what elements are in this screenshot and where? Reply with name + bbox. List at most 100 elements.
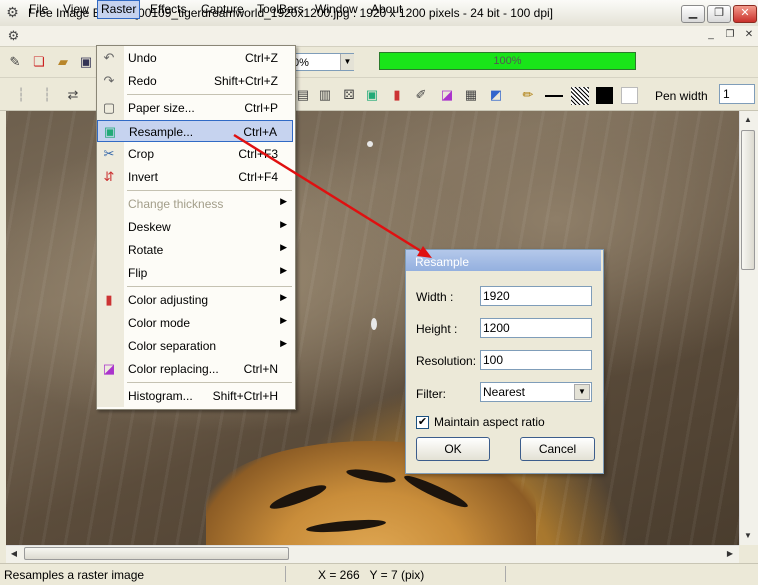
crop-icon: ✂ — [103, 146, 115, 161]
scroll-up-icon[interactable]: ▲ — [740, 112, 756, 128]
horizontal-scroll-thumb[interactable] — [24, 547, 289, 560]
hatch-pattern-icon[interactable] — [571, 87, 589, 105]
scroll-left-icon[interactable]: ◀ — [6, 546, 22, 562]
menu-item-color-mode[interactable]: Color mode ▶ — [97, 312, 293, 334]
menu-raster[interactable]: Raster — [97, 0, 141, 19]
document-icon[interactable]: ⚙ — [6, 28, 21, 43]
maintain-aspect-label: Maintain aspect ratio — [434, 415, 545, 429]
menu-item-shortcut: Ctrl+P — [244, 101, 278, 115]
menu-item-invert[interactable]: ⇵ Invert Ctrl+F4 — [97, 166, 293, 188]
menu-item-label: Color mode — [128, 316, 191, 330]
layers-icon[interactable]: ▤ — [294, 86, 312, 104]
menu-about[interactable]: About — [368, 1, 405, 18]
menu-item-label: Paper size... — [128, 101, 195, 115]
mdi-close-button[interactable]: ✕ — [741, 28, 757, 42]
foreground-color-swatch[interactable] — [596, 87, 613, 104]
scroll-down-icon[interactable]: ▼ — [740, 528, 756, 544]
resolution-label: Resolution: — [416, 354, 477, 368]
stack-icon[interactable]: ▥ — [316, 86, 334, 104]
pencil-icon[interactable]: ✎ — [6, 53, 24, 71]
brush-icon[interactable]: ✏ — [519, 86, 537, 104]
height-field[interactable]: 1200 — [480, 318, 592, 338]
menu-view[interactable]: View — [60, 1, 92, 18]
line-tool-icon[interactable] — [545, 95, 563, 97]
grid-icon[interactable]: ▦ — [462, 86, 480, 104]
chevron-down-icon[interactable]: ▼ — [574, 384, 590, 400]
height-label: Height : — [416, 322, 458, 336]
menu-item-histogram[interactable]: Histogram... Shift+Ctrl+H — [97, 385, 293, 407]
menu-item-redo[interactable]: ↷ Redo Shift+Ctrl+Z — [97, 70, 293, 92]
restore-button[interactable]: ❐ — [707, 5, 731, 23]
width-field[interactable]: 1920 — [480, 286, 592, 306]
mdi-minimize-button[interactable]: _ — [703, 28, 719, 42]
submenu-arrow-icon: ▶ — [280, 196, 287, 206]
pen-width-input[interactable]: 1 — [719, 84, 755, 104]
menu-item-label: Flip — [128, 266, 148, 280]
menu-capture[interactable]: Capture — [198, 1, 247, 18]
chevron-down-icon[interactable]: ▼ — [340, 54, 354, 70]
menu-separator — [127, 382, 292, 383]
water-highlight — [367, 141, 373, 147]
save-icon[interactable]: ▣ — [77, 53, 95, 71]
vertical-scroll-thumb[interactable] — [741, 130, 755, 270]
menu-item-label: Color replacing... — [128, 362, 219, 376]
pen-width-label: Pen width — [655, 89, 708, 103]
menu-effects[interactable]: Effects — [147, 1, 189, 18]
menu-item-crop[interactable]: ✂ Crop Ctrl+F3 — [97, 143, 293, 165]
resolution-field[interactable]: 100 — [480, 350, 592, 370]
undo-icon: ↶ — [103, 50, 115, 65]
menu-file[interactable]: File — [26, 1, 51, 18]
close-button[interactable]: ✕ — [733, 5, 757, 23]
new-file-icon[interactable]: ❏ — [30, 53, 48, 71]
maintain-aspect-checkbox[interactable]: ✔ — [416, 416, 429, 429]
submenu-arrow-icon: ▶ — [280, 338, 287, 348]
scroll-right-icon[interactable]: ▶ — [722, 546, 738, 562]
menu-item-shortcut: Ctrl+F3 — [238, 147, 278, 161]
menu-separator — [127, 190, 292, 191]
menu-item-resample[interactable]: ▣ Resample... Ctrl+A — [97, 120, 293, 142]
color-bars-icon[interactable]: ▮ — [388, 86, 406, 104]
image-frame-icon[interactable]: ▣ — [363, 86, 381, 104]
menu-item-color-separation[interactable]: Color separation ▶ — [97, 335, 293, 357]
menu-item-flip[interactable]: Flip ▶ — [97, 262, 293, 284]
ok-button[interactable]: OK — [416, 437, 490, 461]
menu-item-rotate[interactable]: Rotate ▶ — [97, 239, 293, 261]
menu-item-shortcut: Ctrl+Z — [245, 51, 278, 65]
minimize-button[interactable]: ▁ — [681, 5, 705, 23]
replace-color-icon[interactable]: ◪ — [438, 86, 456, 104]
menu-item-paper-size[interactable]: ▢ Paper size... Ctrl+P — [97, 97, 293, 119]
mdi-restore-button[interactable]: ❐ — [722, 28, 738, 42]
toolbar-grip-icon: ┆ — [17, 87, 25, 102]
gear-icon[interactable]: ⚙ — [5, 5, 20, 20]
menu-item-label: Deskew — [128, 220, 171, 234]
submenu-arrow-icon: ▶ — [280, 292, 287, 302]
water-highlight — [371, 318, 377, 330]
paper-size-icon: ▢ — [102, 100, 116, 115]
status-message: Resamples a raster image — [4, 568, 145, 582]
width-label: Width : — [416, 290, 454, 304]
align-icon[interactable]: ┆ — [38, 86, 56, 104]
dice-icon[interactable]: ⚄ — [340, 86, 358, 104]
status-divider — [505, 566, 506, 582]
menu-item-shortcut: Shift+Ctrl+Z — [213, 74, 278, 88]
menu-item-shortcut: Ctrl+F4 — [238, 170, 278, 184]
color-picker-icon[interactable]: ✐ — [412, 86, 430, 104]
menu-window[interactable]: Window — [312, 1, 361, 18]
menu-toolbars[interactable]: ToolBars — [254, 1, 307, 18]
menu-item-color-adjusting[interactable]: ▮ Color adjusting ▶ — [97, 289, 293, 311]
cancel-button[interactable]: Cancel — [520, 437, 595, 461]
status-coordinates: X = 266 Y = 7 (pix) — [318, 568, 425, 582]
menu-item-undo[interactable]: ↶ Undo Ctrl+Z — [97, 47, 293, 69]
menu-item-deskew[interactable]: Deskew ▶ — [97, 216, 293, 238]
open-folder-icon[interactable]: ▰ — [54, 53, 72, 71]
menu-bar — [0, 26, 758, 47]
color-replace-icon: ◪ — [102, 361, 116, 376]
menu-item-color-replacing[interactable]: ◪ Color replacing... Ctrl+N — [97, 358, 293, 380]
histogram-icon[interactable]: ◩ — [487, 86, 505, 104]
color-adjust-icon: ▮ — [105, 292, 113, 307]
rotate-tool-icon[interactable]: ⇄ — [64, 86, 82, 104]
menu-item-label: Change thickness — [128, 197, 224, 211]
menu-item-label: Crop — [128, 147, 155, 161]
menu-item-label: Color separation — [128, 339, 217, 353]
background-color-swatch[interactable] — [621, 87, 638, 104]
